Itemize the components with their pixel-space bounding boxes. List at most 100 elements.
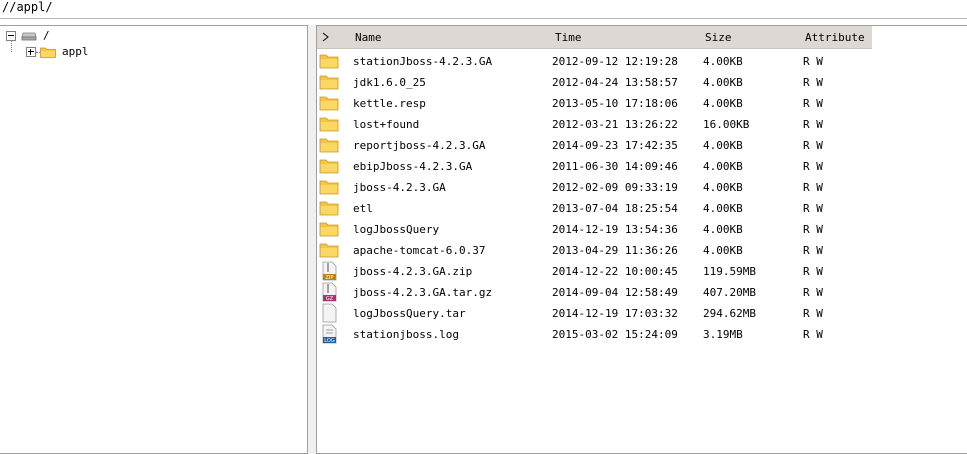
file-row[interactable]: apache-tomcat-6.0.37 2013-04-29 11:36:26 4…	[317, 240, 872, 261]
svg-text:GZ: GZ	[326, 296, 334, 302]
file-attribute: R W	[803, 55, 823, 68]
file-attribute: R W	[803, 181, 823, 194]
file-row[interactable]: kettle.resp 2013-05-10 17:18:06 4.00KB R W	[317, 93, 872, 114]
file-time: 2014-09-04 12:58:49	[552, 286, 678, 299]
tree-line	[11, 40, 12, 52]
expand-icon[interactable]	[26, 47, 36, 57]
folder-icon	[319, 198, 339, 218]
file-row[interactable]: jdk1.6.0_25 2012-04-24 13:58:57 4.00KB R W	[317, 72, 872, 93]
file-row[interactable]: reportjboss-4.2.3.GA 2014-09-23 17:42:35 4…	[317, 135, 872, 156]
file-row[interactable]: ZIP jboss-4.2.3.GA.zip 2014-12-22 10:00:45…	[317, 261, 872, 282]
file-time: 2013-05-10 17:18:06	[552, 97, 678, 110]
file-attribute: R W	[803, 307, 823, 320]
file-attribute: R W	[803, 118, 823, 131]
file-attribute: R W	[803, 286, 823, 299]
gz-file-icon: GZ	[319, 282, 339, 302]
file-time: 2012-04-24 13:58:57	[552, 76, 678, 89]
directory-tree[interactable]: / appl	[0, 25, 308, 454]
file-row[interactable]: LOG stationjboss.log 2015-03-02 15:24:09 3.…	[317, 324, 872, 345]
file-attribute: R W	[803, 97, 823, 110]
file-attribute: R W	[803, 160, 823, 173]
zip-file-icon: ZIP	[319, 261, 339, 281]
file-row[interactable]: stationJboss-4.2.3.GA 2012-09-12 12:19:28…	[317, 51, 872, 72]
file-size: 4.00KB	[703, 97, 743, 110]
file-attribute: R W	[803, 244, 823, 257]
file-row[interactable]: jboss-4.2.3.GA 2012-02-09 09:33:19 4.00KB R…	[317, 177, 872, 198]
column-header-time[interactable]: Time	[555, 26, 582, 48]
folder-icon	[319, 219, 339, 239]
file-attribute: R W	[803, 76, 823, 89]
file-name: jboss-4.2.3.GA.tar.gz	[353, 286, 493, 299]
file-name: lost+found	[353, 118, 420, 131]
file-attribute: R W	[803, 139, 823, 152]
file-name: apache-tomcat-6.0.37	[353, 244, 486, 257]
file-name: kettle.resp	[353, 97, 426, 110]
path-bar[interactable]: //appl/	[0, 0, 967, 19]
tree-child-label: appl	[62, 45, 89, 58]
file-time: 2014-12-22 10:00:45	[552, 265, 678, 278]
folder-icon	[40, 47, 56, 58]
file-size: 294.62MB	[703, 307, 756, 320]
file-name: jdk1.6.0_25	[353, 76, 426, 89]
file-row[interactable]: ebipJboss-4.2.3.GA 2011-06-30 14:09:46 4.0…	[317, 156, 872, 177]
file-row[interactable]: GZ jboss-4.2.3.GA.tar.gz 2014-09-04 12:58:…	[317, 282, 872, 303]
file-size: 4.00KB	[703, 244, 743, 257]
folder-icon	[319, 114, 339, 134]
file-row[interactable]: logJbossQuery.tar 2014-12-19 17:03:32 294.…	[317, 303, 872, 324]
file-name: logJbossQuery	[353, 223, 440, 236]
file-time: 2014-12-19 13:54:36	[552, 223, 678, 236]
file-name: logJbossQuery.tar	[353, 307, 466, 320]
tree-node-appl[interactable]: appl	[26, 44, 146, 60]
file-name: jboss-4.2.3.GA.zip	[353, 265, 473, 278]
file-time: 2013-07-04 18:25:54	[552, 202, 678, 215]
folder-icon	[319, 51, 339, 71]
file-size: 407.20MB	[703, 286, 756, 299]
svg-text:ZIP: ZIP	[326, 275, 334, 281]
file-time: 2012-03-21 13:26:22	[552, 118, 678, 131]
file-size: 3.19MB	[703, 328, 743, 341]
file-time: 2015-03-02 15:24:09	[552, 328, 678, 341]
file-size: 4.00KB	[703, 181, 743, 194]
tree-root-label: /	[43, 29, 50, 42]
pane-splitter[interactable]	[308, 25, 316, 454]
log-file-icon: LOG	[319, 324, 339, 344]
tree-node-root[interactable]: /	[6, 28, 126, 44]
file-time: 2013-04-29 11:36:26	[552, 244, 678, 257]
chevron-right-icon[interactable]	[322, 32, 330, 42]
file-name: stationJboss-4.2.3.GA	[353, 55, 493, 68]
file-name: ebipJboss-4.2.3.GA	[353, 160, 473, 173]
svg-text:LOG: LOG	[324, 338, 335, 344]
folder-icon	[319, 156, 339, 176]
file-size: 4.00KB	[703, 55, 743, 68]
folder-icon	[319, 93, 339, 113]
file-row[interactable]: logJbossQuery 2014-12-19 13:54:36 4.00KB R …	[317, 219, 872, 240]
file-size: 4.00KB	[703, 76, 743, 89]
file-row[interactable]: etl 2013-07-04 18:25:54 4.00KB R W	[317, 198, 872, 219]
file-time: 2014-12-19 17:03:32	[552, 307, 678, 320]
drive-icon	[21, 32, 37, 41]
column-header-attribute[interactable]: Attribute	[805, 26, 865, 48]
folder-icon	[319, 72, 339, 92]
file-list[interactable]: Name Time Size Attribute stationJboss-4.…	[316, 25, 967, 454]
column-header-name[interactable]: Name	[355, 26, 382, 48]
file-time: 2012-02-09 09:33:19	[552, 181, 678, 194]
file-name: jboss-4.2.3.GA	[353, 181, 446, 194]
file-size: 4.00KB	[703, 223, 743, 236]
file-name: reportjboss-4.2.3.GA	[353, 139, 486, 152]
file-attribute: R W	[803, 328, 823, 341]
file-attribute: R W	[803, 223, 823, 236]
folder-icon	[319, 177, 339, 197]
file-row[interactable]: lost+found 2012-03-21 13:26:22 16.00KB R W	[317, 114, 872, 135]
file-size: 4.00KB	[703, 139, 743, 152]
file-time: 2011-06-30 14:09:46	[552, 160, 678, 173]
file-size: 4.00KB	[703, 202, 743, 215]
file-attribute: R W	[803, 202, 823, 215]
file-list-header: Name Time Size Attribute	[317, 26, 872, 49]
file-time: 2014-09-23 17:42:35	[552, 139, 678, 152]
file-name: etl	[353, 202, 373, 215]
folder-icon	[319, 240, 339, 260]
file-name: stationjboss.log	[353, 328, 459, 341]
column-header-size[interactable]: Size	[705, 26, 732, 48]
file-size: 4.00KB	[703, 160, 743, 173]
file-time: 2012-09-12 12:19:28	[552, 55, 678, 68]
